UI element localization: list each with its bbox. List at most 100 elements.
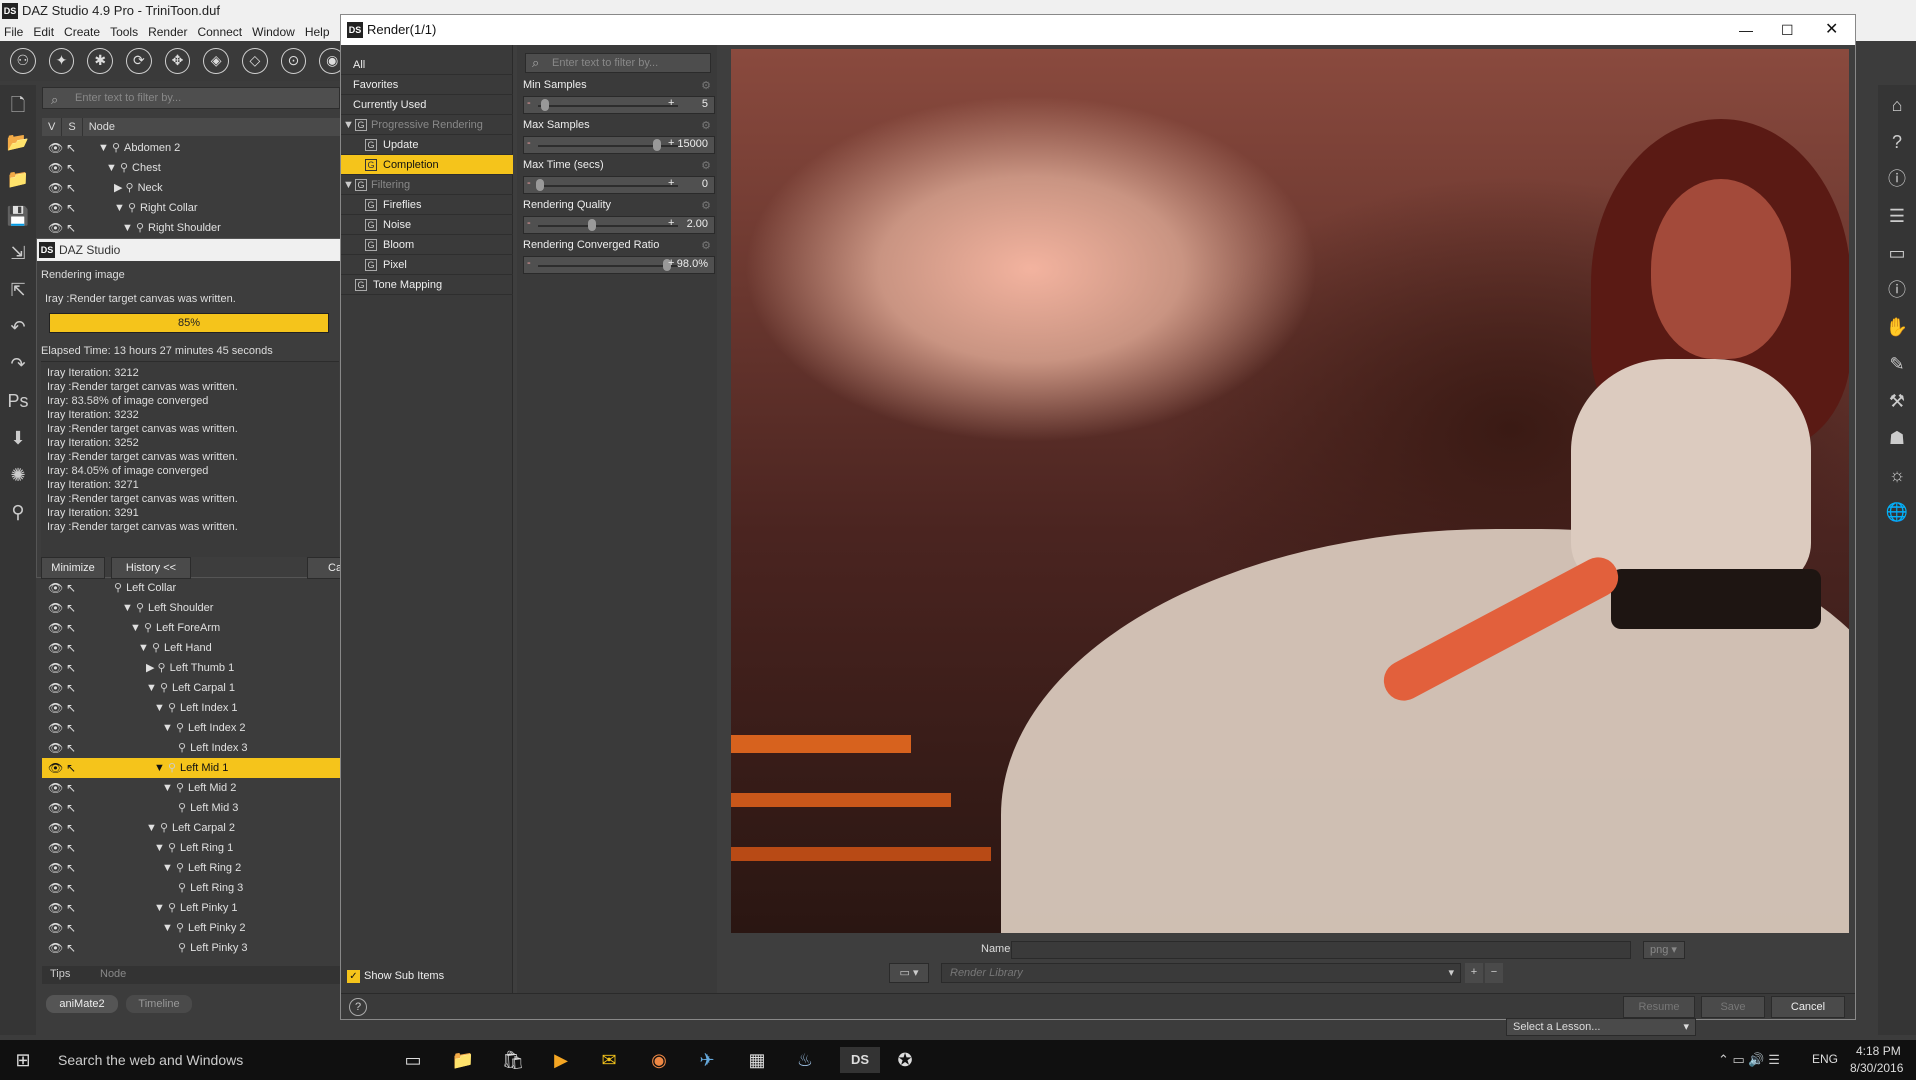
slider-knob[interactable] <box>653 139 661 151</box>
cat-currently-used[interactable]: Currently Used <box>341 95 513 115</box>
selectable-pointer-icon[interactable]: ↖ <box>66 818 76 838</box>
language-indicator[interactable]: ENG <box>1812 1052 1838 1066</box>
visibility-eye-icon[interactable]: 👁 <box>48 138 63 158</box>
visibility-eye-icon[interactable]: 👁 <box>48 818 63 838</box>
cat-all[interactable]: All <box>341 55 513 75</box>
selectable-pointer-icon[interactable]: ↖ <box>66 738 76 758</box>
visibility-eye-icon[interactable]: 👁 <box>48 658 63 678</box>
cat-progressive-rendering[interactable]: ▼ G Progressive Rendering <box>341 115 513 135</box>
tree-row[interactable]: 👁 ↖ ▼ ⚲ Abdomen 2 <box>42 138 340 158</box>
selectable-pointer-icon[interactable]: ↖ <box>66 678 76 698</box>
selectable-pointer-icon[interactable]: ↖ <box>66 578 76 598</box>
tree-row[interactable]: 👁 ↖ ▼ ⚲ Left Shoulder <box>42 598 340 618</box>
visibility-eye-icon[interactable]: 👁 <box>48 838 63 858</box>
property-slider[interactable]: - +5 <box>523 96 715 114</box>
visibility-eye-icon[interactable]: 👁 <box>48 158 63 178</box>
geometry-tool-icon[interactable]: ◇ <box>242 48 268 74</box>
visibility-eye-icon[interactable]: 👁 <box>48 718 63 738</box>
expand-icon[interactable]: ▼ <box>98 142 112 154</box>
tree-row[interactable]: 👁 ↖ ▼ ⚲ Right Collar <box>42 198 340 218</box>
thunderbird-icon[interactable]: ✈ <box>694 1047 720 1073</box>
shaping-icon[interactable]: ⚒ <box>1885 389 1909 413</box>
tree-row[interactable]: 👁 ↖ ▼ ⚲ Left Pinky 1 <box>42 898 340 918</box>
translate-tool-icon[interactable]: ✥ <box>164 48 191 74</box>
cat-bloom[interactable]: G Bloom <box>341 235 513 255</box>
visibility-eye-icon[interactable]: 👁 <box>48 858 63 878</box>
decrement-icon[interactable]: - <box>527 217 531 229</box>
figure-down-icon[interactable]: ⬇ <box>6 426 30 450</box>
cat-noise[interactable]: G Noise <box>341 215 513 235</box>
tree-row[interactable]: 👁 ↖ ▶ ⚲ Left Thumb 1 <box>42 658 340 678</box>
taskbar-search[interactable]: Search the web and Windows <box>58 1052 243 1068</box>
dropper-icon[interactable]: ✎ <box>1885 352 1909 376</box>
selectable-pointer-icon[interactable]: ↖ <box>66 218 76 238</box>
merge-icon[interactable]: 📁 <box>6 167 30 191</box>
render-library-select[interactable]: Render Library ▾ <box>941 963 1461 983</box>
expand-icon[interactable]: ▼ <box>154 702 168 714</box>
tree-row[interactable]: 👁 ↖ ▼ ⚲ Left Mid 2 <box>42 778 340 798</box>
col-node[interactable]: Node <box>83 118 121 136</box>
visibility-eye-icon[interactable]: 👁 <box>48 178 63 198</box>
visibility-eye-icon[interactable]: 👁 <box>48 678 63 698</box>
redo-icon[interactable]: ↷ <box>6 352 30 376</box>
property-slider[interactable]: - +15000 <box>523 136 715 154</box>
expand-icon[interactable]: ▶ <box>146 662 158 674</box>
save-button[interactable]: Save <box>1701 996 1765 1018</box>
tree-row[interactable]: 👁 ↖ ⚲ Left Collar <box>42 578 340 598</box>
col-visible[interactable]: V <box>42 118 63 136</box>
tree-row[interactable]: 👁 ↖ ⚲ Left Index 3 <box>42 738 340 758</box>
selectable-pointer-icon[interactable]: ↖ <box>66 618 76 638</box>
tree-row[interactable]: 👁 ↖ ▼ ⚲ Left Carpal 2 <box>42 818 340 838</box>
property-value[interactable]: 98.0% <box>677 258 708 270</box>
cat-favorites[interactable]: Favorites <box>341 75 513 95</box>
decrement-icon[interactable]: - <box>527 257 531 269</box>
increment-icon[interactable]: + <box>668 217 674 229</box>
store-icon[interactable]: 🛍 <box>500 1047 526 1073</box>
surface-tool-icon[interactable]: ◈ <box>203 48 230 74</box>
tree-row[interactable]: 👁 ↖ ▶ ⚲ Neck <box>42 178 340 198</box>
selectable-pointer-icon[interactable]: ↖ <box>66 838 76 858</box>
tree-row[interactable]: 👁 ↖ ▼ ⚲ Left Mid 1 <box>42 758 340 778</box>
tree-row[interactable]: 👁 ↖ ▼ ⚲ Left Hand <box>42 638 340 658</box>
increment-icon[interactable]: + <box>668 257 674 269</box>
property-slider[interactable]: - +0 <box>523 176 715 194</box>
selectable-pointer-icon[interactable]: ↖ <box>66 158 76 178</box>
spot-render-icon[interactable]: ⊙ <box>280 48 307 74</box>
save-icon[interactable]: 💾 <box>6 204 30 228</box>
info-icon[interactable]: ⓘ <box>1885 278 1909 302</box>
property-value[interactable]: 15000 <box>677 138 708 150</box>
puppeteer-icon[interactable]: ☗ <box>1885 426 1909 450</box>
tree-row[interactable]: 👁 ↖ ⚲ Left Ring 3 <box>42 878 340 898</box>
selectable-pointer-icon[interactable]: ↖ <box>66 638 76 658</box>
tree-row[interactable]: 👁 ↖ ▼ ⚲ Left Pinky 2 <box>42 918 340 938</box>
clock-time[interactable]: 4:18 PM <box>1856 1044 1901 1058</box>
selectable-pointer-icon[interactable]: ↖ <box>66 698 76 718</box>
menu-render[interactable]: Render <box>148 25 187 39</box>
import-icon[interactable]: ⇲ <box>6 241 30 265</box>
globe-icon[interactable]: 🌐 <box>1885 500 1909 524</box>
expand-icon[interactable]: ▼ <box>162 922 176 934</box>
property-value[interactable]: 0 <box>702 178 708 190</box>
menu-tools[interactable]: Tools <box>110 25 138 39</box>
task-view-icon[interactable]: ▭ <box>400 1047 426 1073</box>
notes-icon[interactable]: ✉ <box>596 1047 622 1073</box>
windows-start-icon[interactable]: ⊞ <box>10 1047 36 1073</box>
visibility-eye-icon[interactable]: 👁 <box>48 758 63 778</box>
menu-window[interactable]: Window <box>252 25 295 39</box>
panel-icon[interactable]: ▭ <box>1885 241 1909 265</box>
tab-tips[interactable]: Tips <box>50 968 70 980</box>
expand-icon[interactable]: ▼ <box>154 902 168 914</box>
steam-icon[interactable]: ♨ <box>792 1047 818 1073</box>
menu-edit[interactable]: Edit <box>33 25 54 39</box>
expand-icon[interactable]: ▼ <box>138 642 152 654</box>
open-folder-icon[interactable]: 📂 <box>6 130 30 154</box>
cat-filtering[interactable]: ▼ G Filtering <box>341 175 513 195</box>
selectable-pointer-icon[interactable]: ↖ <box>66 798 76 818</box>
decrement-icon[interactable]: - <box>527 177 531 189</box>
expand-icon[interactable]: ▶ <box>114 182 126 194</box>
cancel-button[interactable]: Cancel <box>1771 996 1845 1018</box>
cat-update[interactable]: G Update <box>341 135 513 155</box>
lesson-select[interactable]: Select a Lesson... ▾ <box>1506 1018 1696 1036</box>
add-icon[interactable]: + <box>1465 963 1483 983</box>
selectable-pointer-icon[interactable]: ↖ <box>66 778 76 798</box>
